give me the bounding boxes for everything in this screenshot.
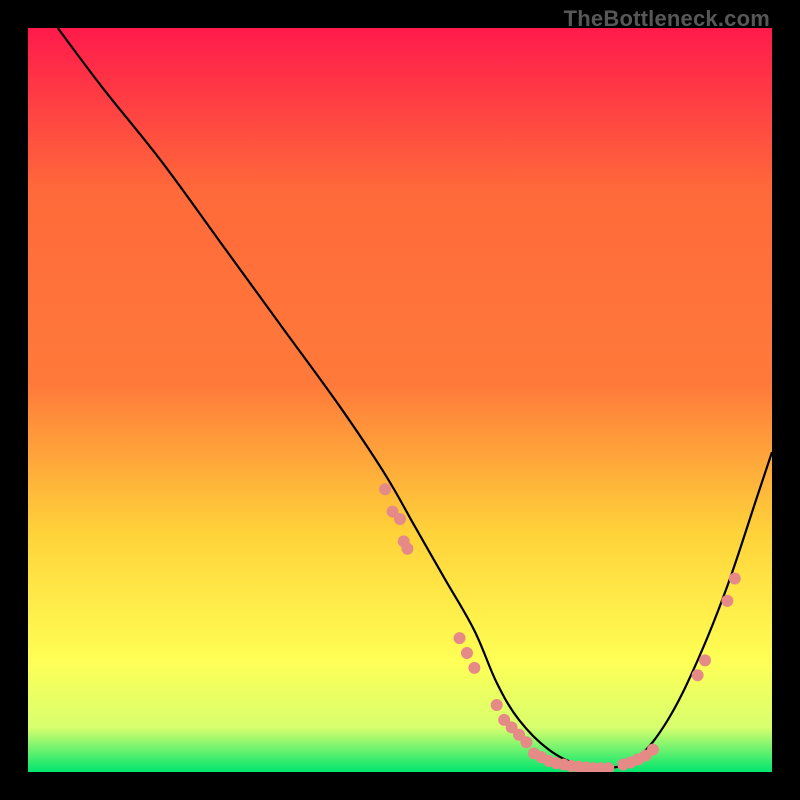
curve-marker	[491, 699, 503, 711]
curve-marker	[468, 662, 480, 674]
curve-marker	[721, 595, 733, 607]
curve-marker	[394, 513, 406, 525]
curve-marker	[647, 744, 659, 756]
curve-marker	[692, 669, 704, 681]
curve-marker	[379, 483, 391, 495]
curve-marker	[729, 573, 741, 585]
curve-marker	[520, 736, 532, 748]
watermark-text: TheBottleneck.com	[564, 6, 770, 32]
curve-marker	[461, 647, 473, 659]
curve-marker	[454, 632, 466, 644]
chart-svg	[28, 28, 772, 772]
curve-marker	[699, 654, 711, 666]
chart-frame	[28, 28, 772, 772]
curve-marker	[401, 543, 413, 555]
gradient-background	[28, 28, 772, 772]
